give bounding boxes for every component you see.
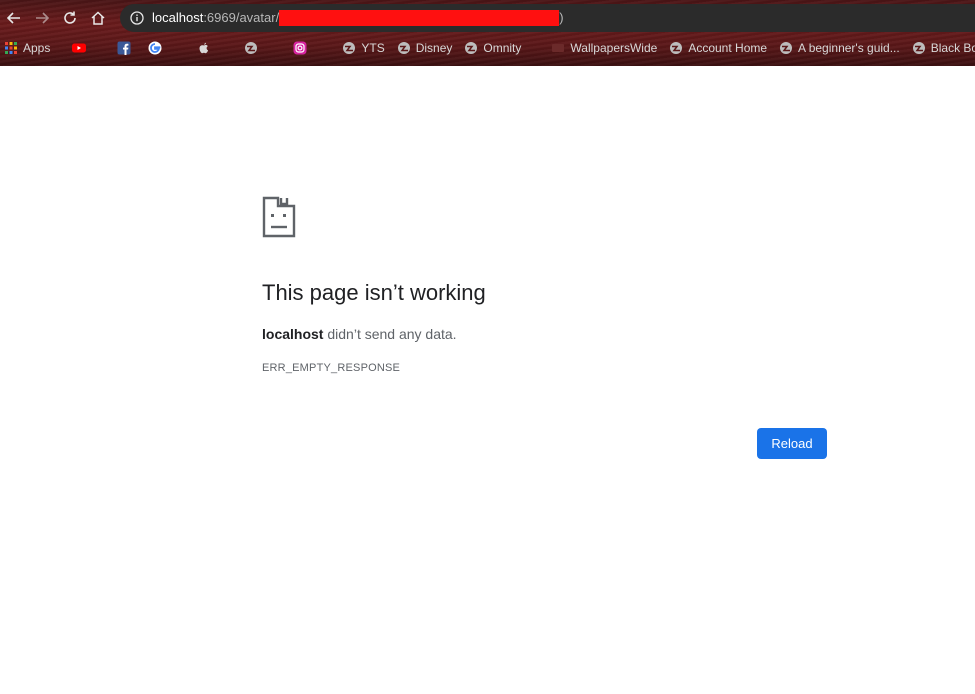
bookmark-label: Black Bo: [930, 41, 975, 55]
info-icon[interactable]: [130, 11, 144, 25]
refresh-icon: [64, 11, 76, 24]
bookmark-label: Disney: [415, 41, 453, 55]
globe-icon: [397, 41, 411, 55]
arrow-right-icon: [36, 12, 50, 24]
url-host: localhost: [152, 10, 204, 26]
bookmark-google[interactable]: [148, 41, 167, 55]
bookmark-apple[interactable]: [197, 41, 216, 55]
error-title: This page isn’t working: [262, 280, 486, 305]
bookmark-label: WallpapersWide: [570, 41, 658, 55]
forward-button[interactable]: [30, 6, 54, 30]
url-text: localhost:6969/avatar/): [152, 9, 564, 26]
bookmarks-bar: Apps YTS Disney Omnity WallpapersWide Ac…: [0, 38, 975, 58]
youtube-icon: [72, 41, 87, 55]
bookmark-omnity[interactable]: Omnity: [464, 41, 521, 55]
globe-icon: [669, 41, 683, 55]
facebook-icon: [117, 41, 131, 55]
url-redaction: [279, 9, 560, 26]
wallpaperswide-icon: [551, 41, 565, 55]
globe-icon: [244, 41, 258, 55]
bookmark-account-home[interactable]: Account Home: [669, 41, 767, 55]
globe-icon: [912, 41, 926, 55]
bookmark-label: Account Home: [688, 41, 768, 55]
browser-chrome: localhost:6969/avatar/) Apps YTS Disney …: [0, 0, 975, 66]
arrow-left-icon: [6, 12, 20, 24]
back-button[interactable]: [2, 6, 26, 30]
bookmark-label: Omnity: [483, 41, 522, 55]
bookmark-label: Apps: [23, 41, 51, 55]
bookmark-wallpaperswide[interactable]: WallpapersWide: [551, 41, 657, 55]
bookmark-facebook[interactable]: [117, 41, 136, 55]
home-icon: [91, 11, 105, 25]
toolbar: localhost:6969/avatar/): [0, 4, 975, 32]
url-path: :6969/avatar/: [203, 10, 280, 26]
bookmark-label: A beginner's guid...: [798, 41, 900, 55]
bookmark-yts[interactable]: YTS: [342, 41, 385, 55]
instagram-icon: [293, 41, 307, 55]
error-page: This page isn’t working localhost didn’t…: [0, 66, 975, 694]
google-icon: [148, 41, 162, 55]
bookmark-site[interactable]: [244, 41, 263, 55]
bookmark-beginners-guide[interactable]: A beginner's guid...: [779, 41, 900, 55]
bookmark-disney[interactable]: Disney: [397, 41, 453, 55]
error-host: localhost: [262, 326, 324, 342]
sad-page-icon: [262, 196, 296, 238]
bookmark-black-bo[interactable]: Black Bo: [912, 41, 975, 55]
home-button[interactable]: [86, 6, 110, 30]
apps-grid-icon: [4, 41, 18, 55]
bookmark-apps[interactable]: Apps: [4, 41, 50, 55]
bookmark-youtube[interactable]: [72, 41, 91, 55]
address-bar[interactable]: localhost:6969/avatar/): [120, 4, 975, 32]
apple-icon: [197, 41, 211, 55]
error-message: didn’t send any data.: [323, 326, 457, 342]
bookmark-label: YTS: [361, 41, 385, 55]
reload-toolbar-button[interactable]: [58, 6, 82, 30]
bookmark-instagram[interactable]: [293, 41, 312, 55]
url-tail: ): [559, 10, 564, 26]
globe-icon: [342, 41, 356, 55]
error-description: localhost didn’t send any data.: [262, 326, 457, 342]
reload-button[interactable]: Reload: [757, 428, 827, 459]
globe-icon: [779, 41, 793, 55]
error-code: ERR_EMPTY_RESPONSE: [262, 362, 401, 374]
globe-icon: [464, 41, 478, 55]
